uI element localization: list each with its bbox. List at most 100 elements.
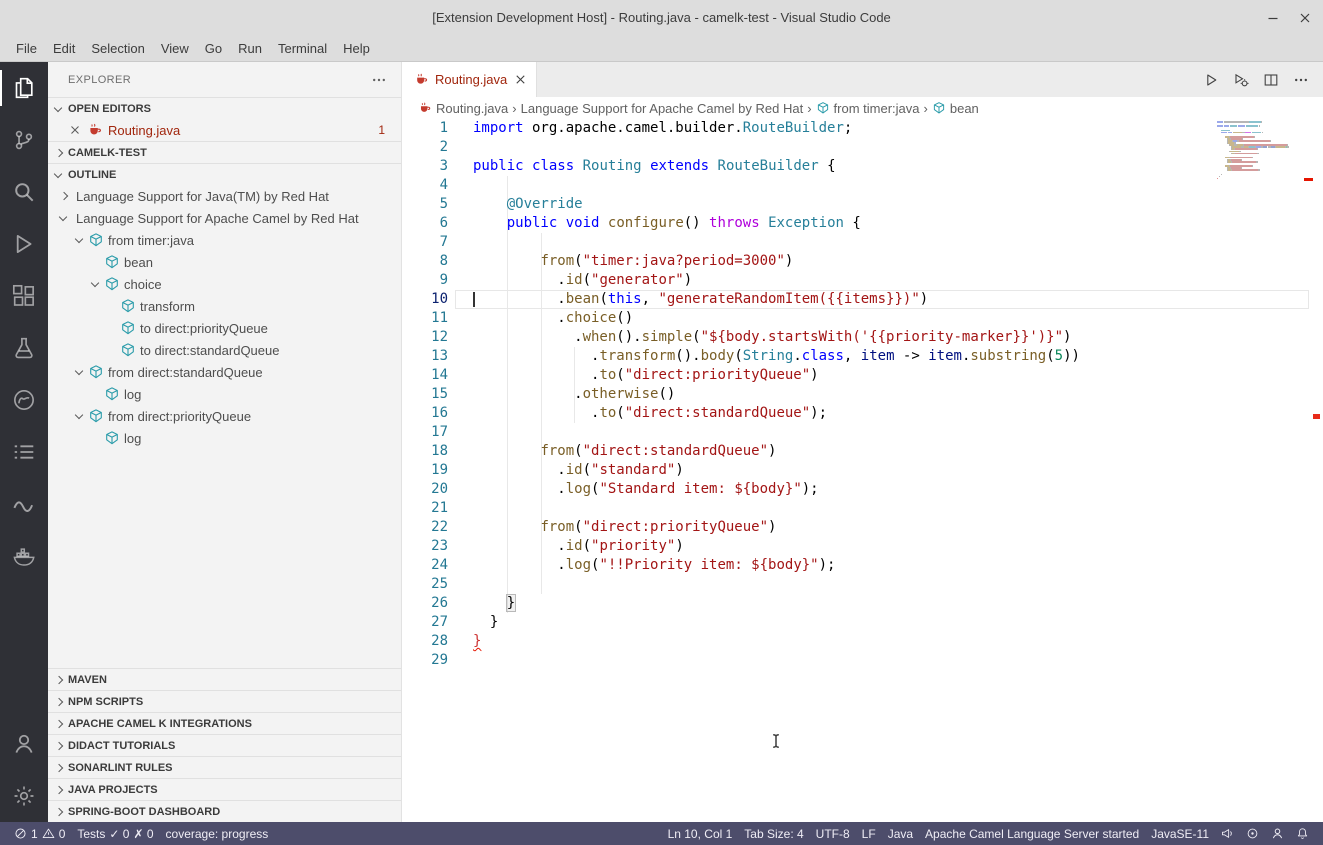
- code-line-3[interactable]: 3public class Routing extends RouteBuild…: [402, 157, 1323, 176]
- coverage-status[interactable]: coverage: progress: [160, 827, 275, 841]
- activity-search[interactable]: [0, 166, 48, 218]
- section-outline[interactable]: OUTLINE: [48, 163, 401, 185]
- outline-item-language-support-for-java-tm-by-red-hat[interactable]: Language Support for Java(TM) by Red Hat: [48, 185, 401, 207]
- menu-selection[interactable]: Selection: [83, 35, 152, 61]
- status-target-icon[interactable]: [1240, 827, 1265, 840]
- tab-routing-java[interactable]: Routing.java: [402, 62, 537, 97]
- code-editor[interactable]: 1import org.apache.camel.builder.RouteBu…: [402, 119, 1323, 822]
- run-or-debug-button[interactable]: [1229, 68, 1253, 92]
- code-line-18[interactable]: 18 from("direct:standardQueue"): [402, 442, 1323, 461]
- outline-item-language-support-for-apache-camel-by-red-hat[interactable]: Language Support for Apache Camel by Red…: [48, 207, 401, 229]
- code-line-9[interactable]: 9 .id("generator"): [402, 271, 1323, 290]
- status-java[interactable]: Java: [882, 827, 919, 841]
- code-line-19[interactable]: 19 .id("standard"): [402, 461, 1323, 480]
- section-sonarlint-rules[interactable]: SONARLINT RULES: [48, 756, 401, 778]
- section-apache-camel-k-integrations[interactable]: APACHE CAMEL K INTEGRATIONS: [48, 712, 401, 734]
- breadcrumb-from-timer-java[interactable]: from timer:java: [816, 101, 920, 116]
- menu-terminal[interactable]: Terminal: [270, 35, 335, 61]
- activity-settings[interactable]: [0, 770, 48, 822]
- section-open-editors[interactable]: OPEN EDITORS: [48, 97, 401, 119]
- code-line-13[interactable]: 13 .transform().body(String.class, item …: [402, 347, 1323, 366]
- section-npm-scripts[interactable]: NPM SCRIPTS: [48, 690, 401, 712]
- code-line-28[interactable]: 28}: [402, 632, 1323, 651]
- open-editor-routing-java[interactable]: Routing.java1: [48, 119, 401, 141]
- minimize-button[interactable]: [1265, 10, 1281, 26]
- code-line-17[interactable]: 17: [402, 423, 1323, 442]
- activity-sonarlint[interactable]: [0, 478, 48, 530]
- activity-docker[interactable]: [0, 530, 48, 582]
- code-line-5[interactable]: 5 @Override: [402, 195, 1323, 214]
- code-line-6[interactable]: 6 public void configure() throws Excepti…: [402, 214, 1323, 233]
- outline-item-to-direct-priorityqueue[interactable]: to direct:priorityQueue: [48, 317, 401, 339]
- run-button[interactable]: [1199, 68, 1223, 92]
- breadcrumb-language-support-for-apache-camel-by-red-hat[interactable]: Language Support for Apache Camel by Red…: [521, 101, 804, 116]
- activity-didact[interactable]: [0, 426, 48, 478]
- menu-edit[interactable]: Edit: [45, 35, 83, 61]
- section-didact-tutorials[interactable]: DIDACT TUTORIALS: [48, 734, 401, 756]
- section-spring-boot-dashboard[interactable]: SPRING-BOOT DASHBOARD: [48, 800, 401, 822]
- status-javase-11[interactable]: JavaSE-11: [1145, 827, 1215, 841]
- code-line-27[interactable]: 27 }: [402, 613, 1323, 632]
- code-line-10[interactable]: 10 .bean(this, "generateRandomItem({{ite…: [402, 290, 1323, 309]
- outline-item-log[interactable]: log: [48, 383, 401, 405]
- menu-help[interactable]: Help: [335, 35, 378, 61]
- code-line-26[interactable]: 26 }: [402, 594, 1323, 613]
- activity-run-and-debug[interactable]: [0, 218, 48, 270]
- status-ln-10-col-1[interactable]: Ln 10, Col 1: [662, 827, 739, 841]
- tests-status[interactable]: Tests ✓ 0 ✗ 0: [71, 827, 159, 841]
- outline-item-log[interactable]: log: [48, 427, 401, 449]
- split-editor-button[interactable]: [1259, 68, 1283, 92]
- section-camelk-test[interactable]: CAMELK-TEST: [48, 141, 401, 163]
- outline-item-to-direct-standardqueue[interactable]: to direct:standardQueue: [48, 339, 401, 361]
- sidebar-more-actions-button[interactable]: [371, 72, 387, 88]
- code-line-12[interactable]: 12 .when().simple("${body.startsWith('{{…: [402, 328, 1323, 347]
- code-line-4[interactable]: 4: [402, 176, 1323, 195]
- status-tab-size-4[interactable]: Tab Size: 4: [738, 827, 809, 841]
- code-line-1[interactable]: 1import org.apache.camel.builder.RouteBu…: [402, 119, 1323, 138]
- code-line-29[interactable]: 29: [402, 651, 1323, 670]
- menu-file[interactable]: File: [8, 35, 45, 61]
- code-line-21[interactable]: 21: [402, 499, 1323, 518]
- code-line-23[interactable]: 23 .id("priority"): [402, 537, 1323, 556]
- menu-run[interactable]: Run: [230, 35, 270, 61]
- code-line-2[interactable]: 2: [402, 138, 1323, 157]
- code-line-25[interactable]: 25: [402, 575, 1323, 594]
- code-line-11[interactable]: 11 .choice(): [402, 309, 1323, 328]
- code-line-16[interactable]: 16 .to("direct:standardQueue");: [402, 404, 1323, 423]
- breadcrumb-bean[interactable]: bean: [932, 101, 979, 116]
- code-line-7[interactable]: 7: [402, 233, 1323, 252]
- activity-source-control[interactable]: [0, 114, 48, 166]
- status-apache-camel-language-server-started[interactable]: Apache Camel Language Server started: [919, 827, 1145, 841]
- activity-camel-k[interactable]: [0, 374, 48, 426]
- close-tab-button[interactable]: [513, 72, 528, 87]
- activity-extensions[interactable]: [0, 270, 48, 322]
- code-line-22[interactable]: 22 from("direct:priorityQueue"): [402, 518, 1323, 537]
- activity-explorer[interactable]: [0, 62, 48, 114]
- menu-view[interactable]: View: [153, 35, 197, 61]
- outline-item-from-timer-java[interactable]: from timer:java: [48, 229, 401, 251]
- status-lf[interactable]: LF: [856, 827, 882, 841]
- more-actions-button[interactable]: [1289, 68, 1313, 92]
- code-line-14[interactable]: 14 .to("direct:priorityQueue"): [402, 366, 1323, 385]
- outline-item-choice[interactable]: choice: [48, 273, 401, 295]
- outline-item-from-direct-priorityqueue[interactable]: from direct:priorityQueue: [48, 405, 401, 427]
- close-icon[interactable]: [68, 123, 82, 137]
- outline-item-from-direct-standardqueue[interactable]: from direct:standardQueue: [48, 361, 401, 383]
- code-line-15[interactable]: 15 .otherwise(): [402, 385, 1323, 404]
- code-line-8[interactable]: 8 from("timer:java?period=3000"): [402, 252, 1323, 271]
- breadcrumb-routing-java[interactable]: Routing.java: [418, 101, 508, 116]
- activity-testing[interactable]: [0, 322, 48, 374]
- status-megaphone-icon[interactable]: [1215, 827, 1240, 840]
- activity-accounts[interactable]: [0, 718, 48, 770]
- status-account-icon[interactable]: [1265, 827, 1290, 840]
- status-bell-icon[interactable]: [1290, 827, 1315, 840]
- status-utf-8[interactable]: UTF-8: [810, 827, 856, 841]
- outline-item-bean[interactable]: bean: [48, 251, 401, 273]
- problems-status[interactable]: 1 0: [8, 827, 71, 841]
- section-java-projects[interactable]: JAVA PROJECTS: [48, 778, 401, 800]
- section-maven[interactable]: MAVEN: [48, 668, 401, 690]
- outline-item-transform[interactable]: transform: [48, 295, 401, 317]
- menu-go[interactable]: Go: [197, 35, 230, 61]
- minimap[interactable]: [1217, 121, 1309, 182]
- close-window-button[interactable]: [1297, 10, 1313, 26]
